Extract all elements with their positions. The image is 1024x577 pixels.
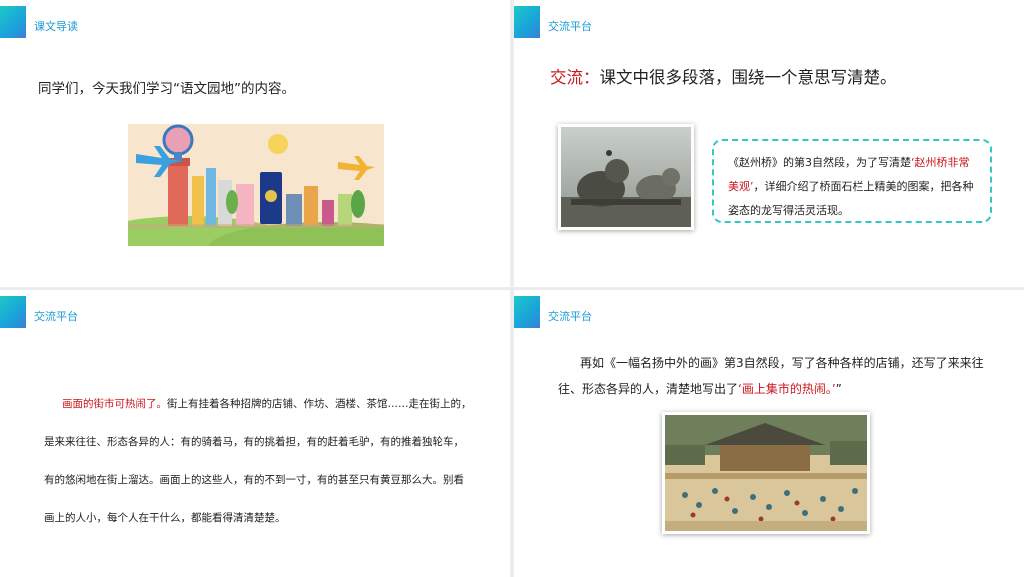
stone-lion-carving-photo-icon <box>561 127 691 227</box>
slide-2[interactable]: 交流平台 交流：课文中很多段落，围绕一个意思写清楚。 《赵州桥》的第3自然段，为… <box>514 0 1024 287</box>
slide-1[interactable]: 课文导读 同学们，今天我们学习“语文园地”的内容。 <box>0 0 510 287</box>
slide-title: 课文导读 <box>34 20 78 33</box>
paragraph-rest: 街上有挂着各种招牌的店铺、作坊、酒楼、茶馆……走在街上的，是来来往往、形态各异的… <box>44 398 472 524</box>
slide-3[interactable]: 交流平台 画面的街市可热闹了。街上有挂着各种招牌的店铺、作坊、酒楼、茶馆……走在… <box>0 290 510 577</box>
market-painting-frame <box>662 412 870 534</box>
slide-title: 交流平台 <box>548 20 592 33</box>
paragraph-text: 再如《一幅名扬中外的画》第3自然段，写了各种各样的店铺，还写了来来往往、形态各异… <box>558 350 998 402</box>
title-accent-bar <box>514 6 540 38</box>
callout-text-part1: 《赵州桥》的第3自然段，为了写清楚 <box>728 156 911 169</box>
slide-title: 交流平台 <box>34 310 78 323</box>
heading-text: 课文中很多段落，围绕一个意思写清楚。 <box>599 68 897 87</box>
title-accent-bar <box>514 296 540 328</box>
ancient-street-market-painting-icon <box>665 415 867 531</box>
paragraph-text: 画面的街市可热闹了。街上有挂着各种招牌的店铺、作坊、酒楼、茶馆……走在街上的，是… <box>44 385 472 537</box>
intro-text: 同学们，今天我们学习“语文园地”的内容。 <box>38 81 295 97</box>
heading-highlight: 交流 <box>550 68 583 87</box>
callout-text-part2: ，详细介绍了桥面石栏上精美的图案，把各种姿态的龙写得活灵活现。 <box>728 180 974 217</box>
travel-landmarks-cartoon-icon <box>128 124 384 246</box>
stone-lion-photo-frame <box>558 124 694 230</box>
heading-colon: ： <box>583 68 600 87</box>
slide-4[interactable]: 交流平台 再如《一幅名扬中外的画》第3自然段，写了各种各样的店铺，还写了来来往往… <box>514 290 1024 577</box>
example-callout: 《赵州桥》的第3自然段，为了写清楚‘赵州桥非常美观’，详细介绍了桥面石栏上精美的… <box>712 139 992 223</box>
paragraph-highlight: 画面的街市可热闹了。 <box>62 398 167 410</box>
title-accent-bar <box>0 296 26 328</box>
slide-heading: 交流：课文中很多段落，围绕一个意思写清楚。 <box>550 64 897 88</box>
paragraph-end-quote: ” <box>835 382 842 396</box>
slide-title: 交流平台 <box>548 310 592 323</box>
paragraph-highlight: ‘画上集市的热闹。’ <box>738 382 836 396</box>
title-accent-bar <box>0 6 26 38</box>
